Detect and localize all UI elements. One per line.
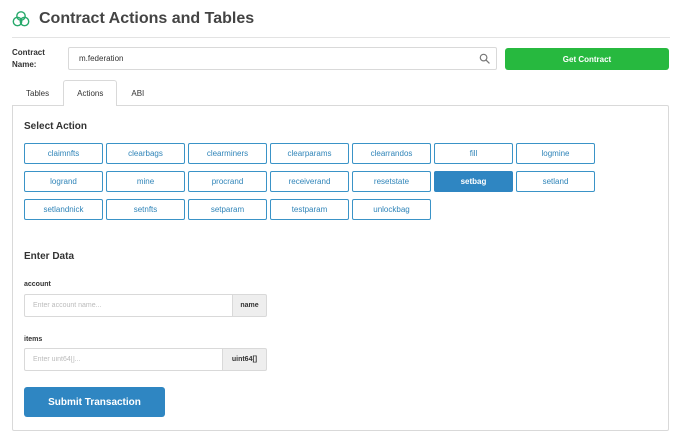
get-contract-button[interactable]: Get Contract xyxy=(505,48,669,70)
account-type-badge: name xyxy=(233,294,267,317)
action-button-setlandnick[interactable]: setlandnick xyxy=(24,199,103,220)
tab-bar: Tables Actions ABI xyxy=(12,80,158,106)
account-field-label: account xyxy=(24,281,51,288)
action-button-clearparams[interactable]: clearparams xyxy=(270,143,349,164)
submit-transaction-button[interactable]: Submit Transaction xyxy=(24,387,165,417)
contract-name-input[interactable] xyxy=(68,47,497,70)
search-icon[interactable] xyxy=(479,53,490,64)
contract-name-label: Contract Name: xyxy=(12,48,45,69)
action-button-unlockbag[interactable]: unlockbag xyxy=(352,199,431,220)
action-button-setland[interactable]: setland xyxy=(516,171,595,192)
page-header: Contract Actions and Tables xyxy=(12,8,254,30)
action-button-receiverand[interactable]: receiverand xyxy=(270,171,349,192)
action-button-resetstate[interactable]: resetstate xyxy=(352,171,431,192)
action-button-clearbags[interactable]: clearbags xyxy=(106,143,185,164)
account-input[interactable] xyxy=(24,294,233,317)
enter-data-heading: Enter Data xyxy=(24,251,75,262)
action-button-claimnfts[interactable]: claimnfts xyxy=(24,143,103,164)
action-button-setparam[interactable]: setparam xyxy=(188,199,267,220)
items-input[interactable] xyxy=(24,348,223,371)
action-button-setbag[interactable]: setbag xyxy=(434,171,513,192)
action-button-setnfts[interactable]: setnfts xyxy=(106,199,185,220)
select-action-heading: Select Action xyxy=(24,121,87,132)
action-button-logmine[interactable]: logmine xyxy=(516,143,595,164)
action-button-procrand[interactable]: procrand xyxy=(188,171,267,192)
page-title: Contract Actions and Tables xyxy=(39,10,255,27)
action-button-mine[interactable]: mine xyxy=(106,171,185,192)
action-button-logrand[interactable]: logrand xyxy=(24,171,103,192)
linked-circles-logo-icon xyxy=(12,11,30,27)
action-button-clearminers[interactable]: clearminers xyxy=(188,143,267,164)
action-button-fill[interactable]: fill xyxy=(434,143,513,164)
tab-abi[interactable]: ABI xyxy=(117,80,158,106)
items-field-label: items xyxy=(24,336,43,343)
tab-tables[interactable]: Tables xyxy=(12,80,63,106)
header-divider xyxy=(12,37,670,38)
tab-actions[interactable]: Actions xyxy=(63,80,118,106)
action-button-clearrandos[interactable]: clearrandos xyxy=(352,143,431,164)
items-type-badge: uint64[] xyxy=(223,348,267,371)
action-button-testparam[interactable]: testparam xyxy=(270,199,349,220)
